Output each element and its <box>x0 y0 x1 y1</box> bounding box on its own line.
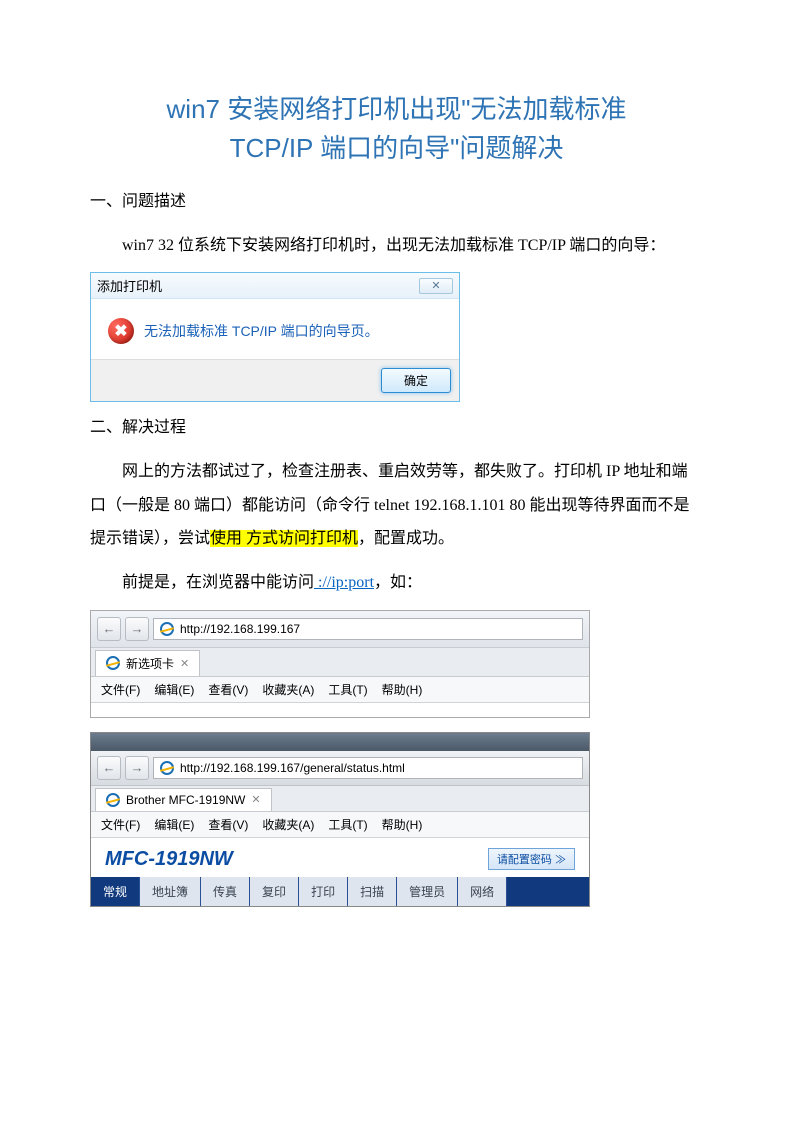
tab-label: Brother MFC-1919NW <box>126 793 245 807</box>
paragraph-1: win7 32 位系统下安装网络打印机时，出现无法加载标准 TCP/IP 端口的… <box>90 229 703 263</box>
ie-icon <box>160 761 174 775</box>
menu-help[interactable]: 帮助(H) <box>382 816 423 833</box>
browser-menubar: 文件(F) 编辑(E) 查看(V) 收藏夹(A) 工具(T) 帮助(H) <box>91 677 589 703</box>
back-button[interactable]: ← <box>97 756 121 780</box>
ie-icon <box>106 793 120 807</box>
menu-tools[interactable]: 工具(T) <box>328 816 367 833</box>
nav-admin[interactable]: 管理员 <box>397 877 458 906</box>
para3-text-b: ，如： <box>374 574 422 591</box>
dialog-footer: 确定 <box>91 359 459 401</box>
printer-header: MFC-1919NW 请配置密码 ≫ <box>91 838 589 877</box>
menu-file[interactable]: 文件(F) <box>101 681 140 698</box>
printer-model: MFC-1919NW <box>105 848 233 871</box>
title-line-1: win7 安装网络打印机出现"无法加载标准 <box>167 94 627 124</box>
browser-toolbar: ← → http://192.168.199.167/general/statu… <box>91 751 589 786</box>
printer-nav: 常规 地址簿 传真 复印 打印 扫描 管理员 网络 <box>91 877 589 906</box>
menu-file[interactable]: 文件(F) <box>101 816 140 833</box>
dialog-message: 无法加载标准 TCP/IP 端口的向导页。 <box>144 321 379 341</box>
browser-tabs: 新选项卡 ✕ <box>91 648 589 677</box>
browser-menubar: 文件(F) 编辑(E) 查看(V) 收藏夹(A) 工具(T) 帮助(H) <box>91 812 589 838</box>
nav-print[interactable]: 打印 <box>299 877 348 906</box>
nav-scan[interactable]: 扫描 <box>348 877 397 906</box>
menu-edit[interactable]: 编辑(E) <box>154 681 194 698</box>
printer-web-page: MFC-1919NW 请配置密码 ≫ 常规 地址簿 传真 复印 打印 扫描 管理… <box>91 838 589 906</box>
error-dialog: 添加打印机 ✕ ✖ 无法加载标准 TCP/IP 端口的向导页。 确定 <box>90 272 460 402</box>
error-icon: ✖ <box>108 318 134 344</box>
section-2-heading: 二、解决过程 <box>90 414 703 443</box>
ie-icon <box>106 656 120 670</box>
browser-screenshot-2: ← → http://192.168.199.167/general/statu… <box>90 732 590 907</box>
ie-icon <box>160 622 174 636</box>
browser-toolbar: ← → http://192.168.199.167 <box>91 611 589 648</box>
para2-text-b: ，配置成功。 <box>358 530 454 547</box>
configure-password-button[interactable]: 请配置密码 ≫ <box>488 848 575 870</box>
browser-tab[interactable]: Brother MFC-1919NW ✕ <box>95 788 272 811</box>
nav-fax[interactable]: 传真 <box>201 877 250 906</box>
dialog-body: ✖ 无法加载标准 TCP/IP 端口的向导页。 <box>91 299 459 359</box>
title-line-2: TCP/IP 端口的向导"问题解决 <box>230 133 564 163</box>
close-tab-icon[interactable]: ✕ <box>180 657 189 670</box>
address-url: http://192.168.199.167 <box>180 622 300 636</box>
address-bar[interactable]: http://192.168.199.167/general/status.ht… <box>153 757 583 779</box>
browser-tab[interactable]: 新选项卡 ✕ <box>95 650 200 676</box>
paragraph-3: 前提是，在浏览器中能访问 ://ip:port，如： <box>90 566 703 600</box>
page-title: win7 安装网络打印机出现"无法加载标准 TCP/IP 端口的向导"问题解决 <box>90 90 703 168</box>
section-1-heading: 一、问题描述 <box>90 188 703 217</box>
close-tab-icon[interactable]: ✕ <box>251 793 260 806</box>
forward-button[interactable]: → <box>125 617 149 641</box>
browser-content-blank <box>91 703 589 717</box>
back-button[interactable]: ← <box>97 617 121 641</box>
url-pattern-link: ://ip:port <box>314 574 374 591</box>
para2-highlight: 使用 方式访问打印机 <box>210 530 358 547</box>
nav-network[interactable]: 网络 <box>458 877 507 906</box>
menu-favorites[interactable]: 收藏夹(A) <box>262 681 314 698</box>
menu-favorites[interactable]: 收藏夹(A) <box>262 816 314 833</box>
tab-label: 新选项卡 <box>126 655 174 672</box>
nav-general[interactable]: 常规 <box>91 877 140 906</box>
forward-button[interactable]: → <box>125 756 149 780</box>
menu-view[interactable]: 查看(V) <box>208 681 248 698</box>
browser-screenshot-1: ← → http://192.168.199.167 新选项卡 ✕ 文件(F) … <box>90 610 590 718</box>
menu-edit[interactable]: 编辑(E) <box>154 816 194 833</box>
menu-tools[interactable]: 工具(T) <box>328 681 367 698</box>
address-url: http://192.168.199.167/general/status.ht… <box>180 761 405 775</box>
paragraph-2: 网上的方法都试过了，检查注册表、重启效劳等，都失败了。打印机 IP 地址和端口（… <box>90 455 703 556</box>
dialog-title: 添加打印机 <box>97 276 162 295</box>
window-chrome-blur <box>91 733 589 751</box>
para3-text-a: 前提是，在浏览器中能访问 <box>122 574 314 591</box>
address-bar[interactable]: http://192.168.199.167 <box>153 618 583 640</box>
dialog-titlebar: 添加打印机 ✕ <box>91 273 459 299</box>
ok-button[interactable]: 确定 <box>381 368 451 393</box>
nav-copy[interactable]: 复印 <box>250 877 299 906</box>
close-icon[interactable]: ✕ <box>419 278 453 294</box>
menu-help[interactable]: 帮助(H) <box>382 681 423 698</box>
menu-view[interactable]: 查看(V) <box>208 816 248 833</box>
browser-tabs: Brother MFC-1919NW ✕ <box>91 786 589 812</box>
nav-addressbook[interactable]: 地址簿 <box>140 877 201 906</box>
